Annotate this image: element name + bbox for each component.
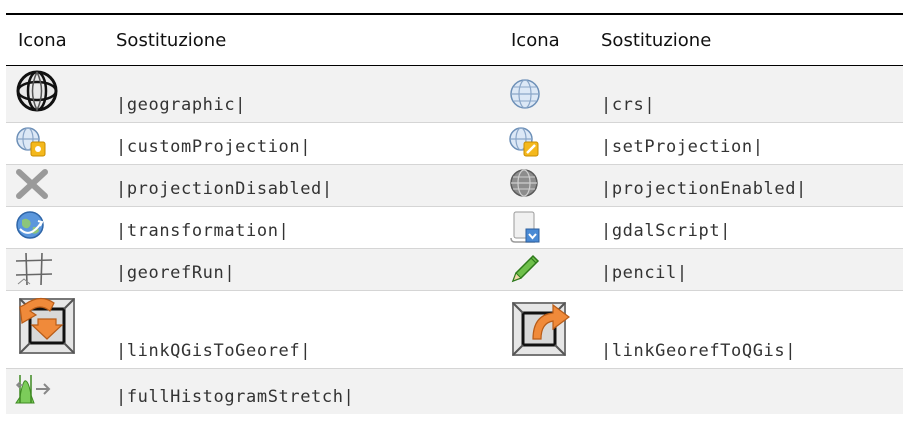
icon-cell — [499, 165, 589, 207]
icon-cell — [499, 66, 589, 123]
substitution-code: |linkGeorefToQGis| — [601, 341, 797, 361]
globe-grid-icon — [510, 79, 540, 109]
icon-cell — [499, 123, 589, 165]
table-row: |linkQGisToGeoref| |linkGeorefToQGis| — [6, 290, 903, 369]
projection-disabled-x-icon — [16, 169, 48, 199]
substitution-code: |gdalScript| — [601, 221, 732, 241]
substitution-code: |geographic| — [116, 95, 247, 115]
icon-cell — [499, 291, 589, 369]
substitution-code: |projectionEnabled| — [601, 179, 807, 199]
substitution-table-container: Icona Sostituzione Icona Sostituzione |g… — [6, 13, 903, 414]
table-row: |projectionDisabled| |projectionEnabled| — [6, 164, 903, 207]
table-row: |transformation| |gdalScript| — [6, 206, 903, 249]
link-georef-to-qgis-icon — [512, 302, 570, 356]
substitution-code: |fullHistogramStretch| — [116, 386, 355, 407]
pencil-icon — [511, 254, 540, 283]
gdal-script-icon — [510, 211, 540, 243]
icon-cell — [6, 369, 104, 414]
projection-enabled-globe-icon — [510, 169, 538, 197]
link-qgis-to-georef-icon — [19, 297, 75, 354]
icon-cell — [499, 249, 589, 291]
substitution-code: |linkQGisToGeoref| — [116, 341, 312, 361]
icon-cell — [6, 249, 104, 291]
substitution-code: |transformation| — [116, 221, 290, 241]
icon-cell — [6, 207, 104, 249]
header-sub-col-left: Sostituzione — [116, 29, 227, 51]
icon-cell — [6, 165, 104, 207]
empty-icon-cell — [499, 369, 589, 414]
header-icon-col-right: Icona — [511, 29, 560, 51]
substitution-code: |georefRun| — [116, 263, 236, 283]
globe-set-projection-icon — [509, 127, 539, 157]
full-histogram-stretch-icon — [15, 375, 51, 404]
header-icon-col-left: Icona — [18, 29, 67, 51]
icon-cell — [6, 66, 104, 123]
substitution-table: Icona Sostituzione Icona Sostituzione |g… — [6, 13, 903, 414]
substitution-code: |projectionDisabled| — [116, 179, 333, 199]
icon-cell — [6, 291, 104, 369]
substitution-code: |crs| — [601, 95, 656, 115]
georef-grid-icon — [15, 252, 53, 286]
table-header-row: Icona Sostituzione Icona Sostituzione — [6, 14, 903, 66]
icon-cell — [499, 207, 589, 249]
header-sub-col-right: Sostituzione — [601, 29, 712, 51]
table-row: |geographic| |crs| — [6, 65, 903, 123]
substitution-code: |pencil| — [601, 263, 688, 283]
icon-cell — [6, 123, 104, 165]
substitution-code: |setProjection| — [601, 137, 764, 157]
globe-wireframe-icon — [16, 70, 58, 112]
transformation-globe-icon — [16, 211, 44, 239]
table-row: |fullHistogramStretch| — [6, 368, 903, 414]
globe-custom-projection-icon — [16, 127, 46, 157]
empty-substitution-cell — [589, 369, 903, 414]
table-row: |customProjection| |setProjection| — [6, 122, 903, 165]
substitution-code: |customProjection| — [116, 137, 312, 157]
table-row: |georefRun| |pencil| — [6, 248, 903, 291]
